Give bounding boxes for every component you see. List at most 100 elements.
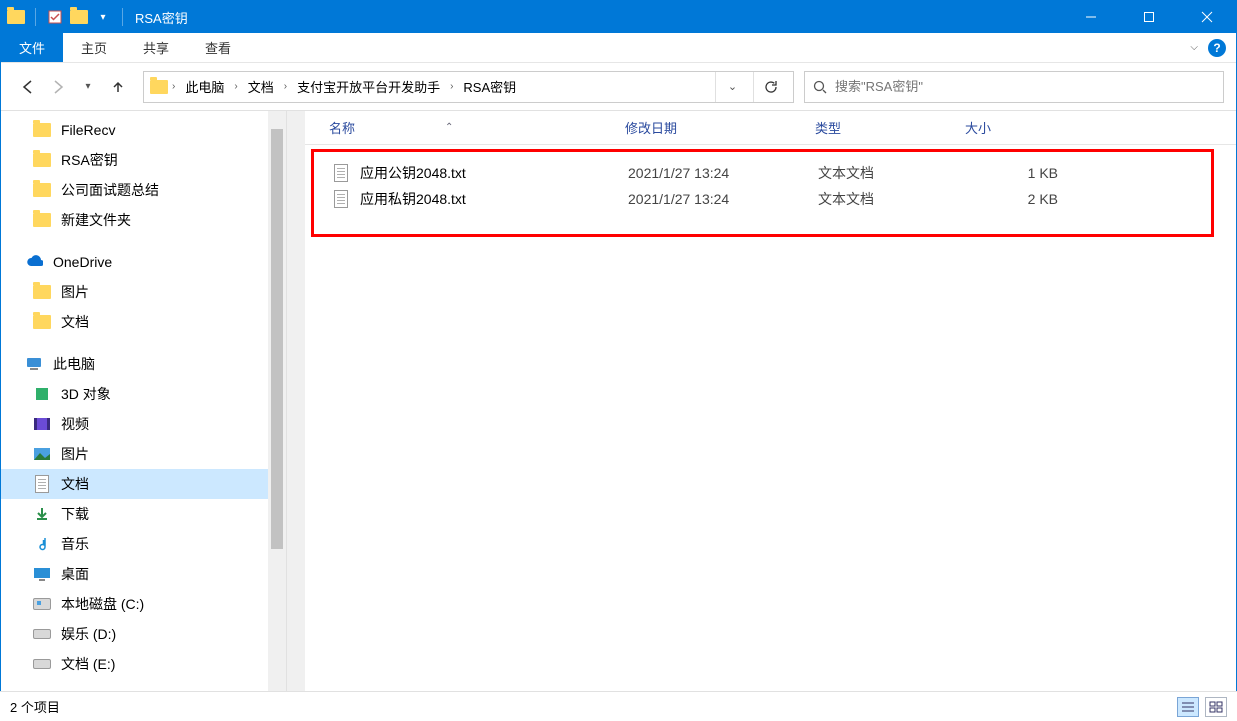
minimize-button[interactable] (1062, 1, 1120, 33)
tree-item[interactable]: 图片 (1, 277, 268, 307)
tree-label: OneDrive (53, 254, 112, 270)
folder-icon (33, 151, 51, 169)
ribbon-expand-icon[interactable]: ⌵ (1190, 42, 1198, 53)
tree-item[interactable]: 娱乐 (D:) (1, 619, 268, 649)
tree-item[interactable]: 文档 (1, 307, 268, 337)
drive-icon (33, 625, 51, 643)
window-title: RSA密钥 (127, 8, 1062, 27)
file-row[interactable]: 应用公钥2048.txt 2021/1/27 13:24 文本文档 1 KB (314, 160, 1211, 186)
pc-icon (25, 355, 43, 373)
tree-label: 图片 (61, 282, 89, 302)
tree-label: 新建文件夹 (61, 210, 131, 230)
tree-label: 公司面试题总结 (61, 180, 159, 200)
tree-label: 图片 (61, 444, 89, 464)
picture-icon (33, 445, 51, 463)
file-row[interactable]: 应用私钥2048.txt 2021/1/27 13:24 文本文档 2 KB (314, 186, 1211, 212)
tree-label: 文档 (E:) (61, 654, 115, 674)
sort-asc-icon: ⌃ (445, 122, 453, 133)
text-file-icon (332, 164, 350, 182)
properties-icon[interactable] (46, 8, 64, 26)
tree-label: 视频 (61, 414, 89, 434)
maximize-button[interactable] (1120, 1, 1178, 33)
file-size: 1 KB (958, 165, 1058, 181)
col-name-header[interactable]: 名称⌃ (305, 118, 625, 137)
chevron-right-icon[interactable]: › (282, 81, 289, 92)
file-type: 文本文档 (808, 189, 958, 209)
chevron-right-icon[interactable]: › (448, 81, 455, 92)
forward-button[interactable] (49, 78, 67, 96)
breadcrumb-seg[interactable]: 文档 (242, 75, 280, 98)
tab-view[interactable]: 查看 (187, 33, 249, 62)
cloud-icon (25, 253, 43, 271)
breadcrumb-seg[interactable]: RSA密钥 (457, 75, 522, 98)
refresh-button[interactable] (753, 72, 787, 102)
col-size-header[interactable]: 大小 (955, 118, 1055, 137)
tree-label: 此电脑 (53, 354, 95, 374)
tree-label: 娱乐 (D:) (61, 624, 116, 644)
tree-item-documents[interactable]: 文档 (1, 469, 268, 499)
file-name: 应用公钥2048.txt (360, 163, 466, 183)
up-button[interactable] (109, 78, 127, 96)
help-icon[interactable]: ? (1208, 39, 1226, 57)
tab-file[interactable]: 文件 (1, 33, 63, 62)
title-divider (122, 8, 123, 26)
files-pane: 名称⌃ 修改日期 类型 大小 应用公钥2048.txt 2021/1/27 13… (287, 111, 1236, 692)
tree-label: 下载 (61, 504, 89, 524)
highlighted-files-box: 应用公钥2048.txt 2021/1/27 13:24 文本文档 1 KB 应… (311, 149, 1214, 237)
tree-item[interactable]: 音乐 (1, 529, 268, 559)
tree-item[interactable]: 3D 对象 (1, 379, 268, 409)
nav-row: ▾ › 此电脑 › 文档 › 支付宝开放平台开发助手 › RSA密钥 ⌄ (1, 63, 1236, 111)
item-count: 2 个项目 (10, 697, 60, 716)
search-box[interactable] (804, 71, 1224, 103)
tree-item[interactable]: 下载 (1, 499, 268, 529)
addr-dropdown-icon[interactable]: ⌄ (715, 72, 749, 102)
col-type-header[interactable]: 类型 (805, 118, 955, 137)
file-date: 2021/1/27 13:24 (628, 191, 808, 207)
breadcrumb-seg[interactable]: 支付宝开放平台开发助手 (291, 75, 446, 98)
body-area: FileRecv RSA密钥 公司面试题总结 新建文件夹 OneDrive 图片… (1, 111, 1236, 692)
new-folder-icon[interactable] (70, 8, 88, 26)
tree-item[interactable]: RSA密钥 (1, 145, 268, 175)
video-icon (33, 415, 51, 433)
search-input[interactable] (835, 79, 1215, 94)
recent-dropdown-icon[interactable]: ▾ (79, 78, 97, 96)
chevron-right-icon[interactable]: › (170, 81, 177, 92)
tree-item[interactable]: 图片 (1, 439, 268, 469)
tab-share[interactable]: 共享 (125, 33, 187, 62)
tab-home[interactable]: 主页 (63, 33, 125, 62)
ribbon: 文件 主页 共享 查看 ⌵ ? (1, 33, 1236, 63)
file-size: 2 KB (958, 191, 1058, 207)
tree-item[interactable]: FileRecv (1, 115, 268, 145)
folder-icon (33, 283, 51, 301)
tree-item[interactable]: 文档 (E:) (1, 649, 268, 679)
desktop-icon (33, 565, 51, 583)
qat-divider (35, 8, 36, 26)
column-headers: 名称⌃ 修改日期 类型 大小 (305, 111, 1236, 145)
tree-item[interactable]: 视频 (1, 409, 268, 439)
col-date-header[interactable]: 修改日期 (625, 118, 805, 137)
chevron-right-icon[interactable]: › (232, 81, 239, 92)
tree-thispc[interactable]: 此电脑 (1, 349, 268, 379)
address-bar[interactable]: › 此电脑 › 文档 › 支付宝开放平台开发助手 › RSA密钥 ⌄ (143, 71, 794, 103)
tree-pane: FileRecv RSA密钥 公司面试题总结 新建文件夹 OneDrive 图片… (1, 111, 287, 692)
file-name: 应用私钥2048.txt (360, 189, 466, 209)
search-icon (813, 80, 827, 94)
tree-item[interactable]: 新建文件夹 (1, 205, 268, 235)
file-date: 2021/1/27 13:24 (628, 165, 808, 181)
qat-dropdown-icon[interactable]: ▾ (94, 8, 112, 26)
tree-label: 文档 (61, 312, 89, 332)
documents-icon (33, 475, 51, 493)
details-view-button[interactable] (1177, 697, 1199, 717)
tree-scrollbar[interactable] (268, 111, 286, 692)
tree-item[interactable]: 公司面试题总结 (1, 175, 268, 205)
tree-item[interactable]: 桌面 (1, 559, 268, 589)
status-bar: 2 个项目 (0, 691, 1237, 721)
breadcrumb-seg[interactable]: 此电脑 (179, 75, 230, 98)
scrollbar-thumb[interactable] (271, 129, 283, 549)
back-button[interactable] (19, 78, 37, 96)
tree-onedrive[interactable]: OneDrive (1, 247, 268, 277)
close-button[interactable] (1178, 1, 1236, 33)
tree-item[interactable]: 本地磁盘 (C:) (1, 589, 268, 619)
icons-view-button[interactable] (1205, 697, 1227, 717)
tree-label: 音乐 (61, 534, 89, 554)
